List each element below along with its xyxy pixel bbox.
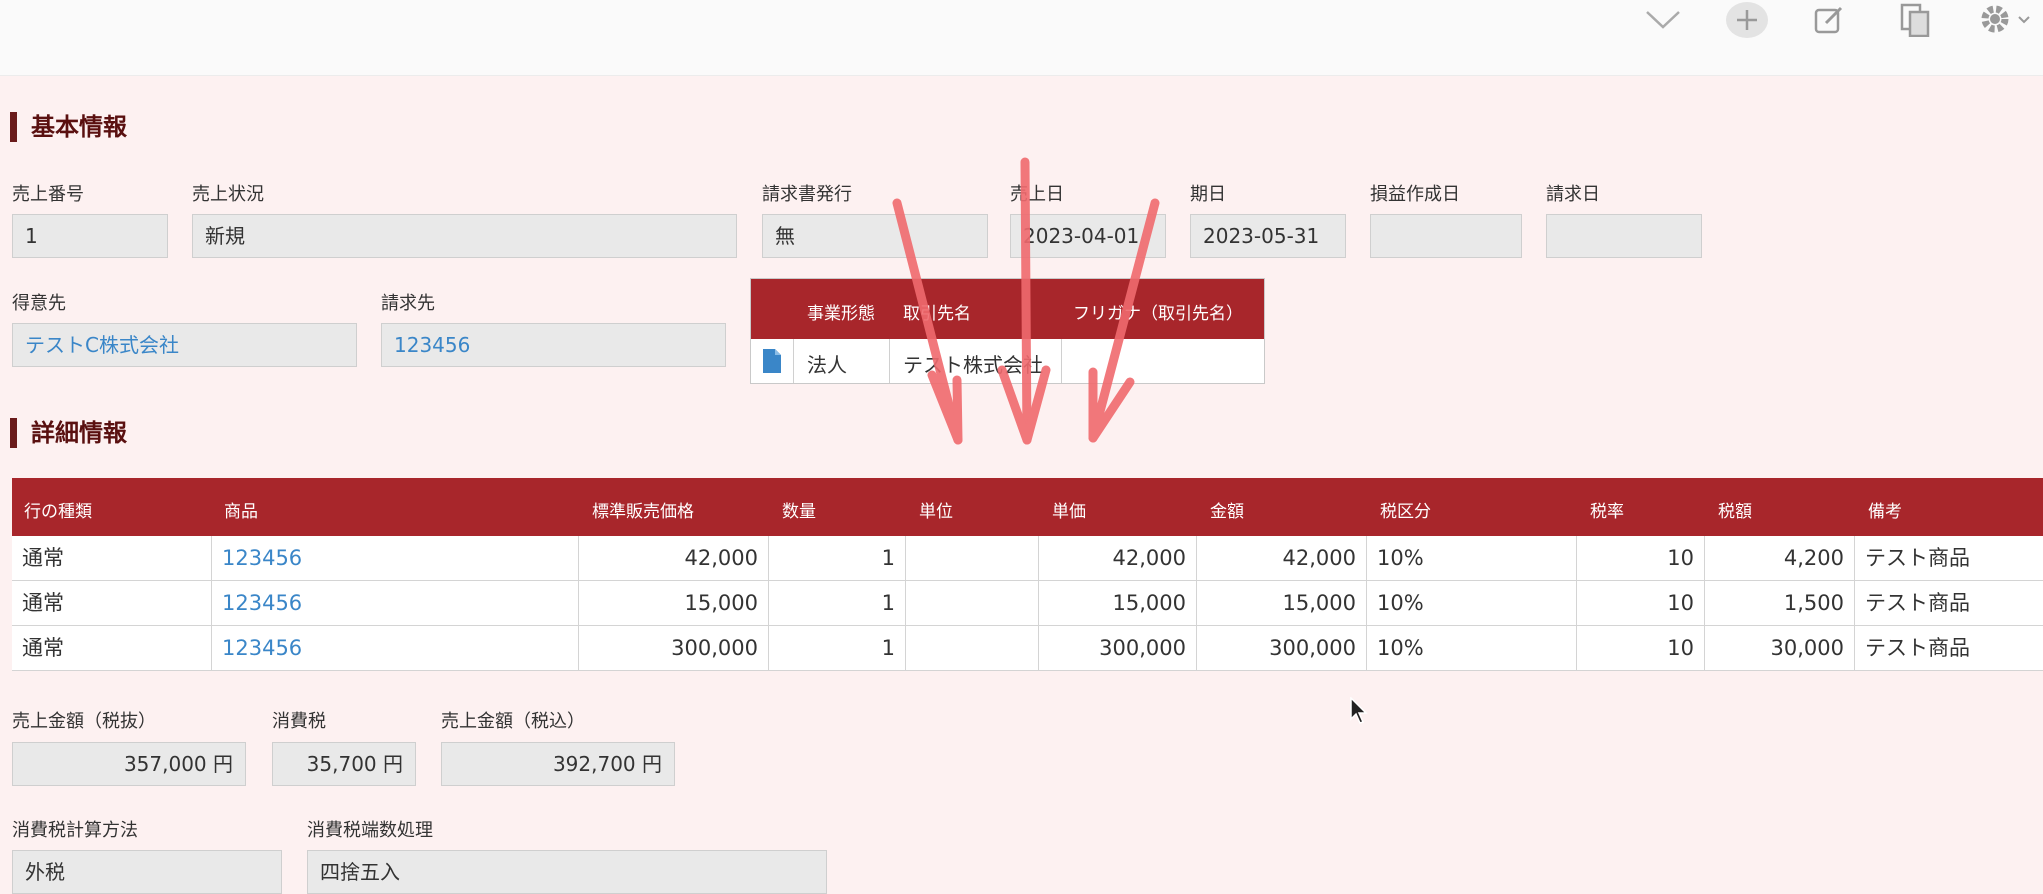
arrow-right — [1088, 198, 1160, 443]
arrow-center — [1020, 157, 1032, 445]
mouse-cursor-icon — [1350, 697, 1368, 724]
arrow-left — [892, 198, 963, 445]
annotation-arrows — [892, 157, 1160, 445]
